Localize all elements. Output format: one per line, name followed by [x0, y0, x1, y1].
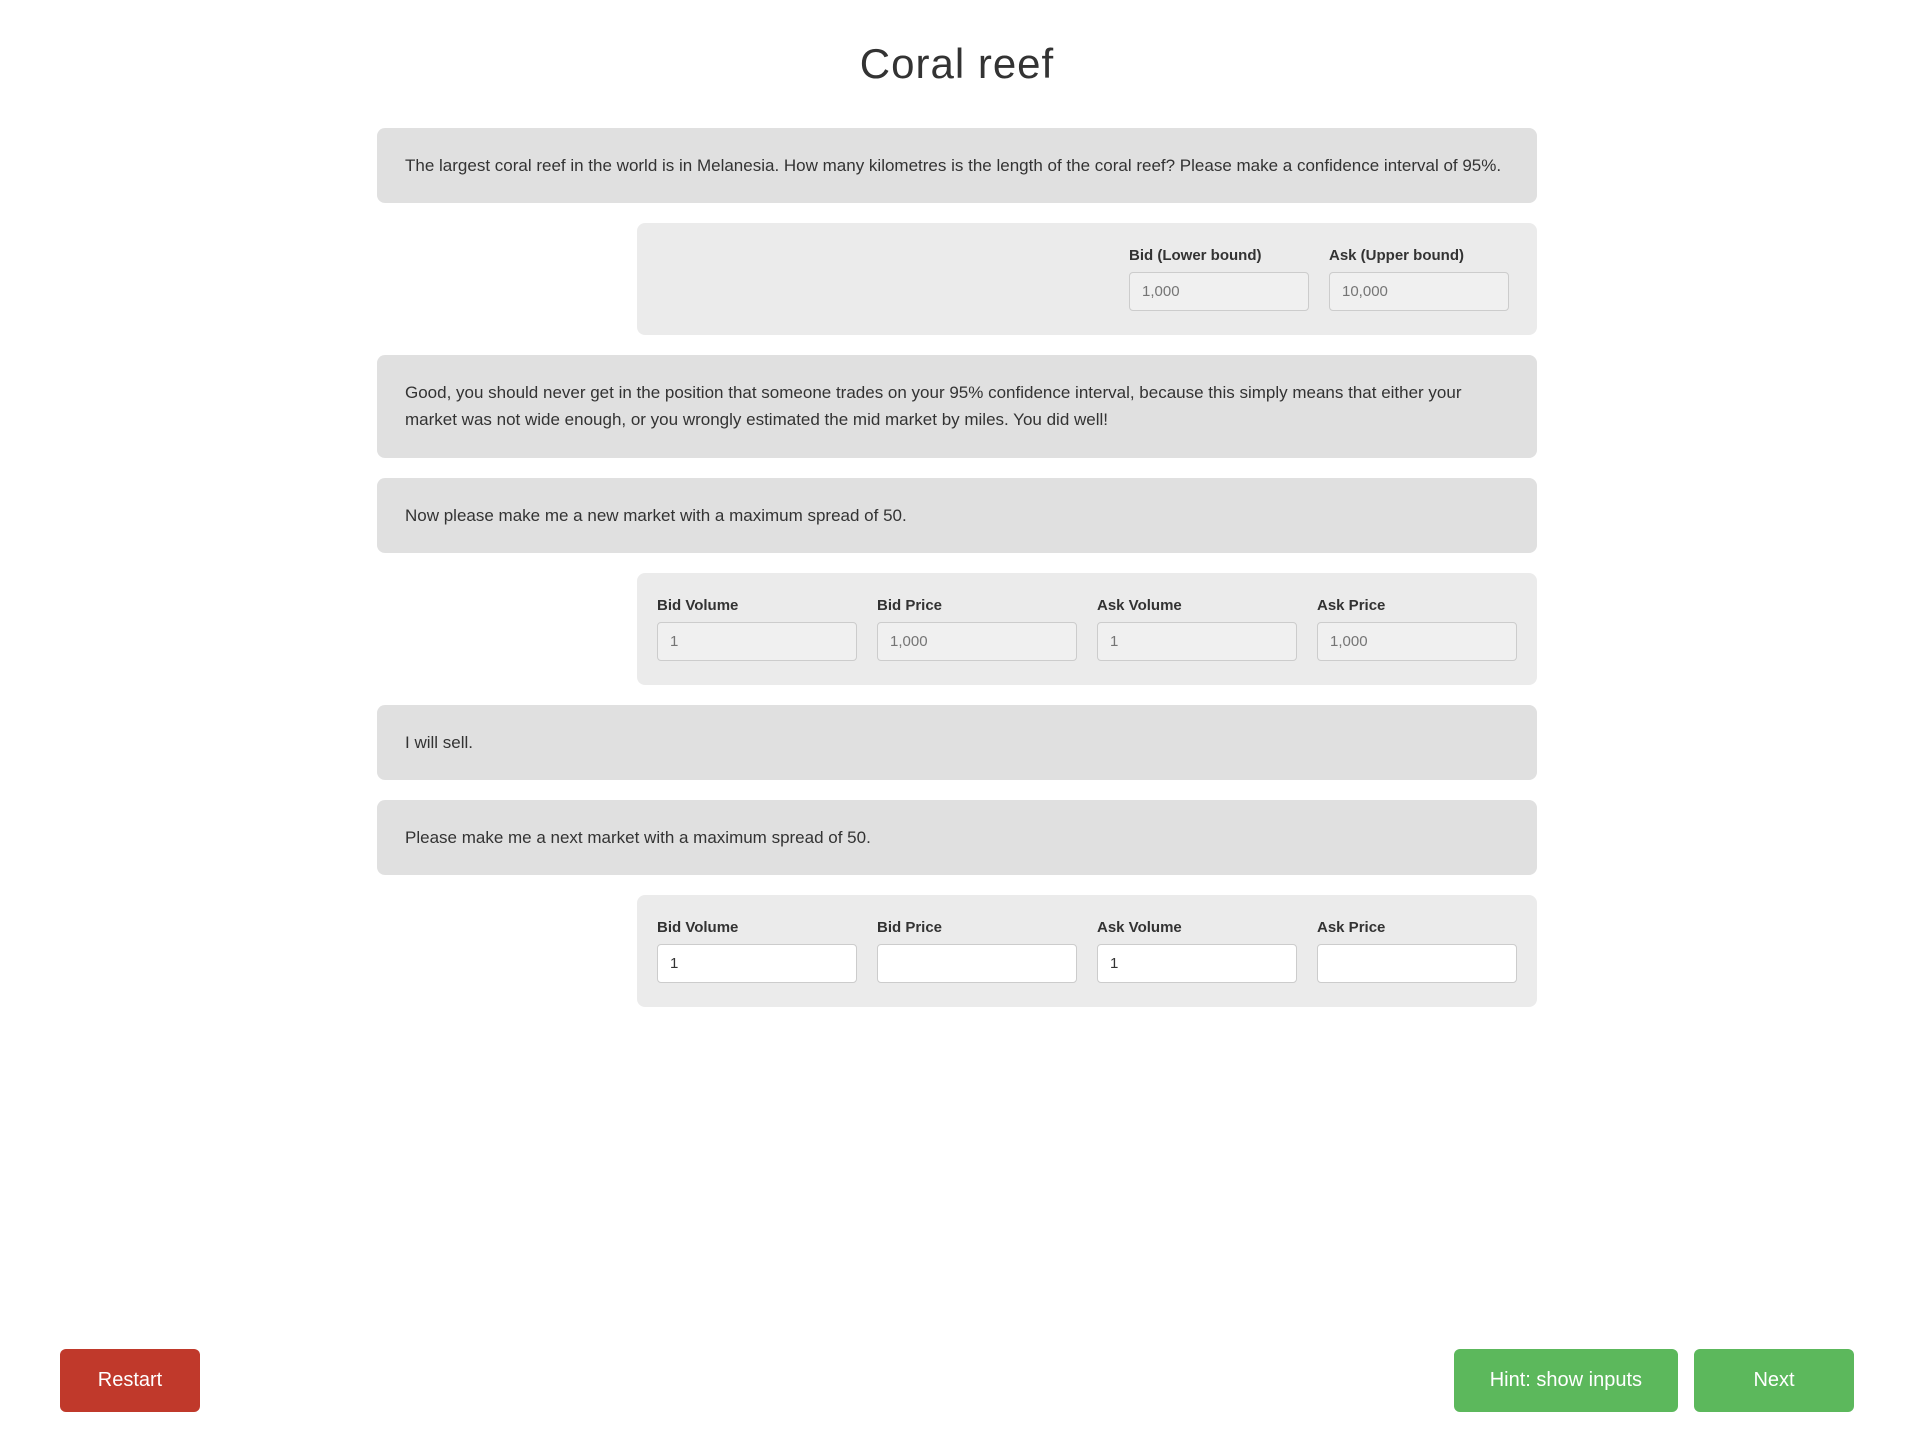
confidence-interval-section: Bid (Lower bound) Ask (Upper bound) [637, 223, 1537, 335]
market2-bid-price-label: Bid Price [877, 919, 942, 936]
market2-bid-price-input[interactable] [877, 944, 1077, 983]
ask-upper-label: Ask (Upper bound) [1329, 247, 1464, 264]
bottom-bar: Restart Hint: show inputs Next [0, 1325, 1914, 1436]
market1-ask-volume-label: Ask Volume [1097, 597, 1182, 614]
bid-lower-label: Bid (Lower bound) [1129, 247, 1261, 264]
market1-bid-price-col: Bid Price [877, 597, 1077, 661]
market1-ask-volume-input[interactable] [1097, 622, 1297, 661]
ask-upper-input[interactable] [1329, 272, 1509, 311]
market1-section: Bid Volume Bid Price Ask Volume Ask Pric… [637, 573, 1537, 685]
market2-ask-volume-input[interactable] [1097, 944, 1297, 983]
market2-bid-volume-input[interactable] [657, 944, 857, 983]
question-message: The largest coral reef in the world is i… [377, 128, 1537, 203]
restart-button[interactable]: Restart [60, 1349, 200, 1412]
market1-ask-price-label: Ask Price [1317, 597, 1385, 614]
market2-section: Bid Volume Bid Price Ask Volume Ask Pric… [637, 895, 1537, 1007]
ask-upper-col: Ask (Upper bound) [1329, 247, 1509, 311]
market1-bid-volume-input[interactable] [657, 622, 857, 661]
market2-ask-price-col: Ask Price [1317, 919, 1517, 983]
market1-ask-price-col: Ask Price [1317, 597, 1517, 661]
market1-ask-volume-col: Ask Volume [1097, 597, 1297, 661]
next-button[interactable]: Next [1694, 1349, 1854, 1412]
market2-ask-price-input[interactable] [1317, 944, 1517, 983]
market2-bid-volume-col: Bid Volume [657, 919, 857, 983]
bid-lower-input[interactable] [1129, 272, 1309, 311]
market1-ask-price-input[interactable] [1317, 622, 1517, 661]
right-buttons: Hint: show inputs Next [1454, 1349, 1854, 1412]
market2-bid-price-col: Bid Price [877, 919, 1077, 983]
market2-ask-price-label: Ask Price [1317, 919, 1385, 936]
feedback-message: Good, you should never get in the positi… [377, 355, 1537, 457]
market1-bid-price-input[interactable] [877, 622, 1077, 661]
market1-bid-volume-label: Bid Volume [657, 597, 738, 614]
sell-message: I will sell. [377, 705, 1537, 780]
market1-bid-price-label: Bid Price [877, 597, 942, 614]
hint-button[interactable]: Hint: show inputs [1454, 1349, 1678, 1412]
market2-ask-volume-col: Ask Volume [1097, 919, 1297, 983]
instruction2-message: Please make me a next market with a maxi… [377, 800, 1537, 875]
market1-bid-volume-col: Bid Volume [657, 597, 857, 661]
market2-bid-volume-label: Bid Volume [657, 919, 738, 936]
bid-lower-col: Bid (Lower bound) [1129, 247, 1309, 311]
instruction1-message: Now please make me a new market with a m… [377, 478, 1537, 553]
page-title: Coral reef [377, 40, 1537, 88]
market2-ask-volume-label: Ask Volume [1097, 919, 1182, 936]
